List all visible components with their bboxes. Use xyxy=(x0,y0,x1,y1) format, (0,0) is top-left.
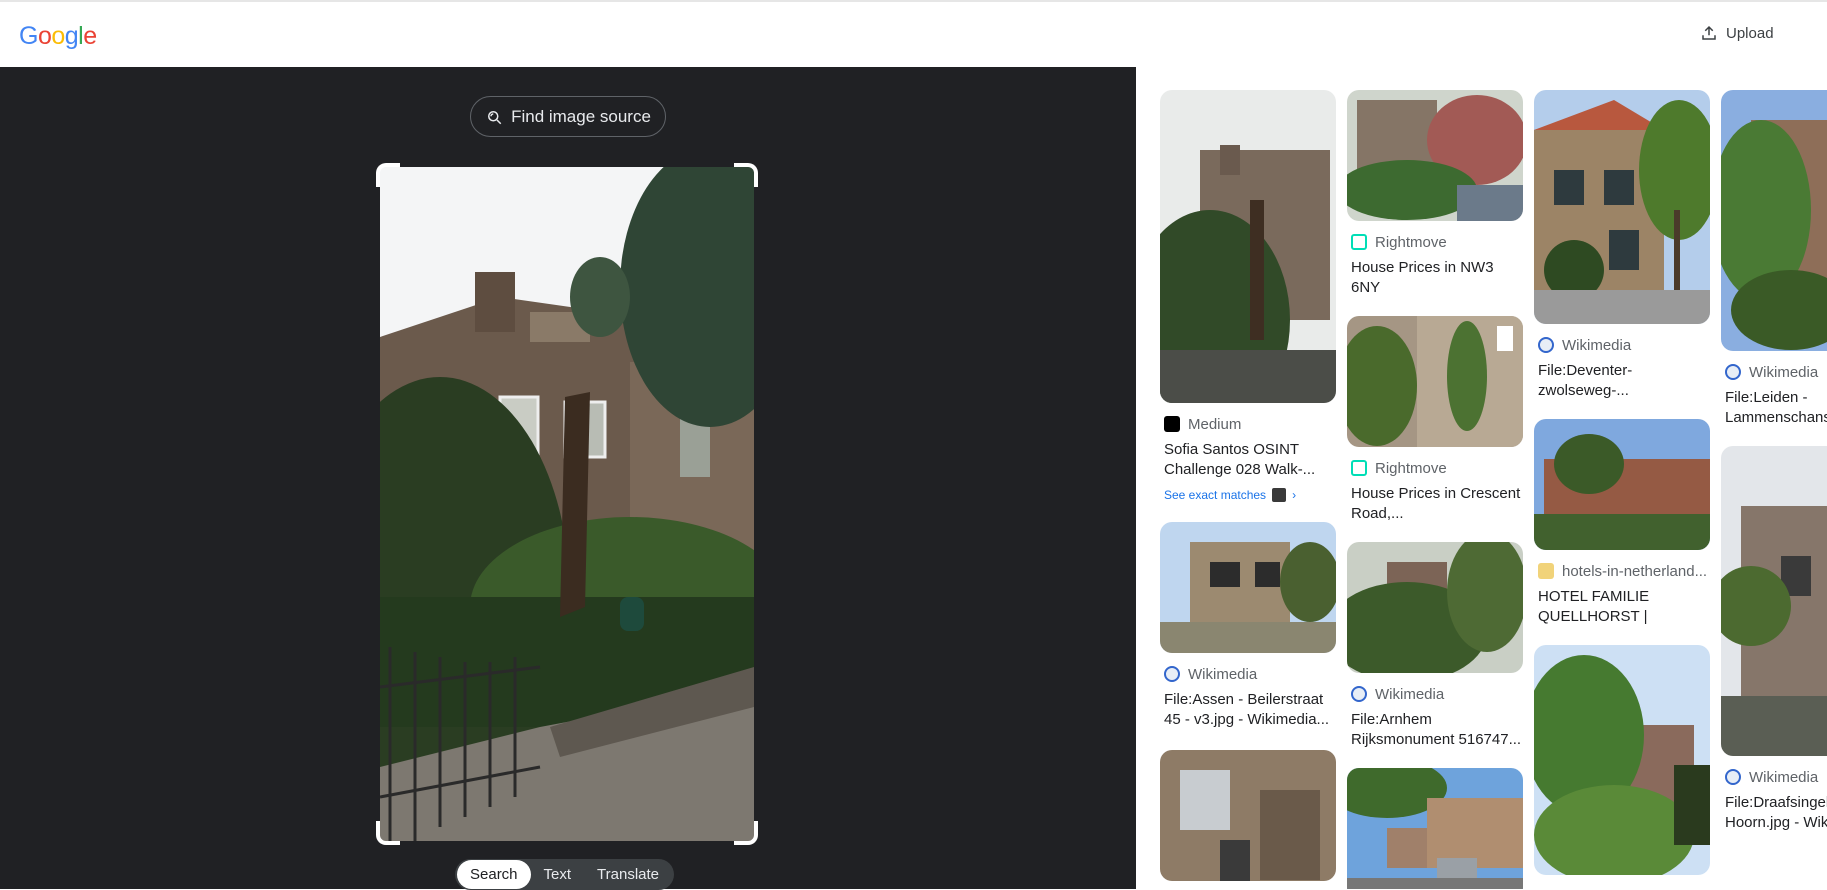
result-card[interactable]: Wikimedia File:Leiden - Lammenschans xyxy=(1721,90,1827,428)
wikimedia-icon xyxy=(1351,686,1367,702)
result-thumbnail[interactable] xyxy=(1721,90,1827,351)
result-card[interactable]: Wikimedia File:Arnhem Rijksmonument 5167… xyxy=(1347,542,1523,750)
result-card[interactable]: Wikimedia File:Assen - Beilerstraat 45 -… xyxy=(1160,522,1336,730)
logo-letter: o xyxy=(51,22,65,50)
query-image-panel: Find image source Search Text Translate xyxy=(0,67,1136,890)
results-panel: Medium Sofia Santos OSINT Challenge 028 … xyxy=(1136,67,1827,889)
result-title[interactable]: File:Draafsingel Hoorn.jpg - Wik xyxy=(1721,793,1827,833)
result-thumbnail[interactable] xyxy=(1721,446,1827,756)
result-title[interactable]: File:Arnhem Rijksmonument 516747... xyxy=(1347,710,1523,750)
result-title[interactable]: House Prices in Crescent Road,... xyxy=(1347,484,1523,524)
results-column: Rightmove House Prices in NW3 6NY Rightm… xyxy=(1347,90,1523,889)
logo-letter: g xyxy=(64,22,79,50)
result-card[interactable] xyxy=(1534,645,1710,875)
mode-text-tab[interactable]: Text xyxy=(531,860,585,889)
crop-corner[interactable] xyxy=(376,163,400,187)
results-column: Medium Sofia Santos OSINT Challenge 028 … xyxy=(1160,90,1336,889)
result-source: hotels-in-netherland... xyxy=(1562,562,1708,580)
mode-search-tab[interactable]: Search xyxy=(457,860,531,889)
logo-letter: G xyxy=(19,22,38,50)
result-title[interactable]: File:Deventer-zwolseweg-... xyxy=(1534,361,1710,401)
logo-letter: o xyxy=(37,22,52,50)
see-exact-matches-label: See exact matches xyxy=(1164,488,1267,502)
chevron-right-icon: › xyxy=(1292,488,1297,502)
result-thumbnail[interactable] xyxy=(1534,90,1710,324)
top-bar: Google Upload xyxy=(0,0,1827,67)
result-source: Wikimedia xyxy=(1188,665,1258,683)
see-exact-matches-link[interactable]: See exact matches › xyxy=(1160,488,1336,502)
result-source: Wikimedia xyxy=(1375,685,1445,703)
wikimedia-icon xyxy=(1164,666,1180,682)
result-card[interactable] xyxy=(1347,768,1523,889)
result-source: Rightmove xyxy=(1375,233,1447,251)
result-thumbnail[interactable] xyxy=(1160,750,1336,881)
mode-switcher: Search Text Translate xyxy=(455,859,675,890)
upload-button[interactable]: Upload xyxy=(1700,24,1774,42)
result-thumbnail[interactable] xyxy=(1347,316,1523,447)
result-card[interactable]: hotels-in-netherland... HOTEL FAMILIE QU… xyxy=(1534,419,1710,627)
result-source: Wikimedia xyxy=(1749,768,1819,786)
result-card[interactable]: Wikimedia File:Deventer-zwolseweg-... xyxy=(1534,90,1710,401)
result-card[interactable]: Rightmove House Prices in Crescent Road,… xyxy=(1347,316,1523,524)
crop-corner[interactable] xyxy=(734,163,758,187)
result-thumbnail[interactable] xyxy=(1160,90,1336,403)
crop-corner[interactable] xyxy=(734,821,758,845)
result-card[interactable]: Medium Sofia Santos OSINT Challenge 028 … xyxy=(1160,90,1336,502)
result-source: Rightmove xyxy=(1375,459,1447,477)
result-card[interactable] xyxy=(1160,750,1336,881)
result-thumbnail[interactable] xyxy=(1347,542,1523,673)
result-thumbnail[interactable] xyxy=(1347,768,1523,889)
result-title[interactable]: File:Leiden - Lammenschans xyxy=(1721,388,1827,428)
hotel-icon xyxy=(1538,563,1554,579)
results-column: Wikimedia File:Deventer-zwolseweg-... ho… xyxy=(1534,90,1710,887)
upload-icon xyxy=(1702,25,1716,40)
result-card[interactable]: Wikimedia File:Draafsingel Hoorn.jpg - W… xyxy=(1721,446,1827,833)
crop-frame[interactable] xyxy=(376,163,758,845)
crop-corner[interactable] xyxy=(376,821,400,845)
query-photo xyxy=(380,167,754,841)
result-title[interactable]: HOTEL FAMILIE QUELLHORST | LEIDEN,... xyxy=(1534,587,1710,627)
logo-letter: e xyxy=(83,22,97,50)
rightmove-icon xyxy=(1351,234,1367,250)
find-image-source-label: Find image source xyxy=(511,106,651,126)
upload-label: Upload xyxy=(1726,24,1774,42)
result-card[interactable]: Rightmove House Prices in NW3 6NY xyxy=(1347,90,1523,298)
google-logo[interactable]: Google xyxy=(19,22,97,51)
exact-match-thumbnail xyxy=(1272,488,1287,502)
result-source: Wikimedia xyxy=(1562,336,1632,354)
result-thumbnail[interactable] xyxy=(1160,522,1336,653)
wikimedia-icon xyxy=(1725,364,1741,380)
result-title[interactable]: Sofia Santos OSINT Challenge 028 Walk-..… xyxy=(1160,440,1336,480)
find-image-source-button[interactable]: Find image source xyxy=(470,96,666,137)
result-thumbnail[interactable] xyxy=(1347,90,1523,221)
result-thumbnail[interactable] xyxy=(1534,645,1710,875)
wikimedia-icon xyxy=(1538,337,1554,353)
result-source: Wikimedia xyxy=(1749,363,1819,381)
rightmove-icon xyxy=(1351,460,1367,476)
result-source: Medium xyxy=(1188,415,1242,433)
medium-icon xyxy=(1164,416,1180,432)
lens-search-icon xyxy=(488,110,502,124)
result-thumbnail[interactable] xyxy=(1534,419,1710,550)
result-title[interactable]: House Prices in NW3 6NY xyxy=(1347,258,1523,298)
mode-translate-tab[interactable]: Translate xyxy=(584,860,672,889)
wikimedia-icon xyxy=(1725,769,1741,785)
result-title[interactable]: File:Assen - Beilerstraat 45 - v3.jpg - … xyxy=(1160,690,1336,730)
results-column: Wikimedia File:Leiden - Lammenschans Wik… xyxy=(1721,90,1827,845)
